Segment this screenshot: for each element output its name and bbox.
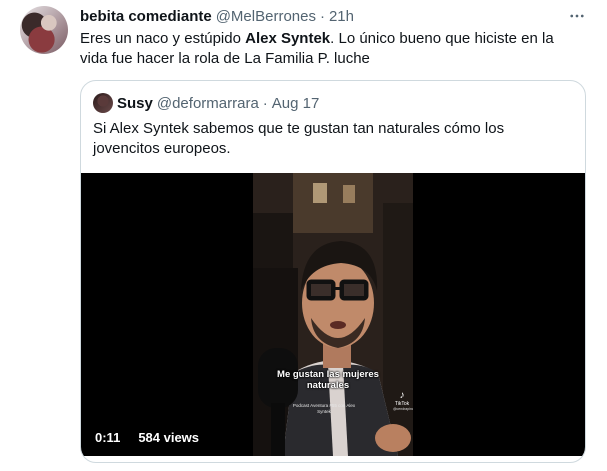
quote-separator-dot: · (262, 94, 268, 112)
podcast-label: Podcast Aventura #55 con Alex Syntek (292, 403, 356, 414)
timestamp[interactable]: 21h (329, 8, 354, 25)
avatar[interactable] (20, 6, 68, 54)
quote-user-handle: @deformarrara (156, 94, 259, 112)
tiktok-watermark: ♪ TikTok @cendrapincedo (393, 390, 413, 412)
quote-timestamp: Aug 17 (271, 94, 320, 112)
quote-header: Susy @deformarrara · Aug 17 (93, 93, 319, 113)
video-views: 584 views (134, 428, 204, 446)
video-caption: Me gustan las mujeres naturales (277, 369, 379, 391)
video-frame: Me gustan las mujeres naturales Podcast … (253, 173, 413, 456)
tweet-text: Eres un naco y estúpido Alex Syntek. Lo … (80, 29, 585, 69)
user-handle[interactable]: @MelBerrones (216, 8, 316, 25)
quote-text: Si Alex Syntek sabemos que te gustan tan… (93, 120, 505, 157)
quoted-tweet[interactable]: Susy @deformarrara · Aug 17 Si Alex Synt… (80, 80, 586, 463)
separator-dot: · (319, 7, 325, 25)
tweet-text-bold: Alex Syntek (245, 30, 331, 47)
more-horizontal-icon[interactable] (566, 6, 588, 26)
video-stats: 0:11 584 views (91, 427, 204, 447)
tiktok-user: @cendrapincedo (393, 407, 413, 411)
display-name[interactable]: bebita comediante (80, 8, 212, 25)
tweet-text-before: Eres un naco y estúpido (80, 30, 246, 47)
quote-avatar (93, 93, 113, 113)
tiktok-icon: ♪ (399, 390, 405, 401)
video-player[interactable]: Me gustan las mujeres naturales Podcast … (81, 173, 585, 456)
tweet[interactable]: bebita comediante @MelBerrones · 21h Ere… (0, 0, 607, 471)
tweet-header: bebita comediante @MelBerrones · 21h (80, 6, 354, 26)
video-duration: 0:11 (91, 428, 125, 446)
quote-display-name: Susy (117, 94, 153, 112)
